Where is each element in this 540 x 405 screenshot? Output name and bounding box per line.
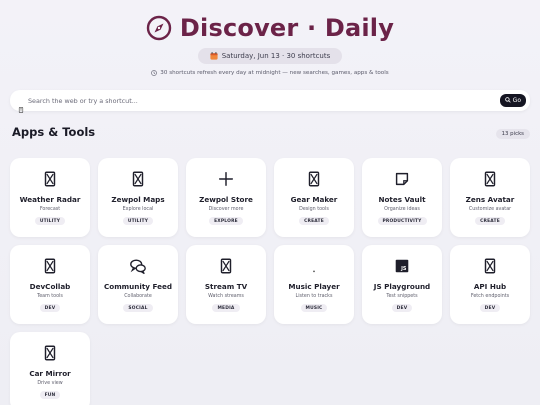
app-card[interactable]: Car Mirror Drive view FUN [10, 332, 90, 405]
refresh-note-text: 30 shortcuts refresh every day at midnig… [160, 70, 389, 76]
app-card-description: Forecast [39, 207, 61, 212]
apps-grid: Weather Radar Forecast UTILITY Zewpol Maps E… [10, 158, 530, 405]
app-card-category-tag: MUSIC [300, 304, 328, 312]
app-card-category-tag: CREATE [299, 217, 329, 225]
go-search-icon [504, 96, 511, 105]
page-title: Discover · Daily [179, 14, 395, 42]
hourglass-icon [39, 342, 61, 364]
app-card-description: Explore local [122, 207, 154, 212]
app-card-name: Music Player [288, 282, 340, 291]
app-card[interactable]: Zens Avatar Customize avatar CREATE [450, 158, 530, 237]
app-card-name: Community Feed [103, 282, 173, 291]
app-card-name: Zens Avatar [465, 195, 515, 204]
app-card-description: Organize ideas [384, 207, 420, 212]
app-card-name: Notes Vault [378, 195, 426, 204]
app-card[interactable]: Music Player Listen to tracks MUSIC [274, 245, 354, 324]
app-card-description: Collaborate [124, 294, 152, 299]
date-badge: Saturday, Jun 13 · 30 shortcuts [197, 48, 343, 64]
search-input[interactable] [28, 96, 500, 105]
hourglass-icon [215, 255, 237, 277]
app-card-description: Customize avatar [468, 207, 512, 212]
app-card-name: JS Playground [373, 282, 431, 291]
app-card-category-tag: CREATE [475, 217, 505, 225]
search-icon [18, 98, 24, 113]
app-card-category-tag: MEDIA [212, 304, 240, 312]
app-card-description: Test snippets [386, 294, 418, 299]
search-bar: Go [10, 90, 530, 113]
js-icon: JS [391, 255, 413, 277]
app-card[interactable]: Weather Radar Forecast UTILITY [10, 158, 90, 237]
app-card-name: Car Mirror [29, 369, 71, 378]
app-card-description: Fetch endpoints [470, 294, 510, 299]
app-card[interactable]: DevCollab Team tools DEV [10, 245, 90, 324]
app-card-category-tag: DEV [479, 304, 501, 312]
title-row: Discover · Daily [0, 14, 540, 42]
page-header: Discover · Daily Saturday, Jun 13 · 30 s… [0, 0, 540, 76]
app-card[interactable]: Gear Maker Design tools CREATE [274, 158, 354, 237]
hourglass-icon [39, 168, 61, 190]
app-card[interactable]: Community Feed Collaborate SOCIAL [98, 245, 178, 324]
app-card-description: Team tools [37, 294, 63, 299]
app-card-name: DevCollab [29, 282, 71, 291]
section-title: Apps & Tools [12, 125, 96, 139]
app-card-description: Design tools [299, 207, 329, 212]
app-card[interactable]: Stream TV Watch streams MEDIA [186, 245, 266, 324]
app-card-category-tag: EXPLORE [209, 217, 243, 225]
app-card-category-tag: UTILITY [122, 217, 154, 225]
app-card-name: Zewpol Store [199, 195, 253, 204]
app-card[interactable]: Zewpol Store Discover more EXPLORE [186, 158, 266, 237]
hourglass-icon [39, 255, 61, 277]
app-card[interactable]: Zewpol Maps Explore local UTILITY [98, 158, 178, 237]
plus-icon [215, 168, 237, 190]
hourglass-icon [479, 168, 501, 190]
app-card[interactable]: Notes Vault Organize ideas PRODUCTIVITY [362, 158, 442, 237]
app-card-description: Listen to tracks [295, 294, 333, 299]
app-card[interactable]: API Hub Fetch endpoints DEV [450, 245, 530, 324]
app-card-description: Drive view [37, 381, 63, 386]
compass-icon [146, 15, 172, 41]
app-card-name: Weather Radar [19, 195, 81, 204]
date-label: Saturday, Jun 13 · 30 shortcuts [221, 52, 331, 60]
hourglass-icon [127, 168, 149, 190]
app-card-category-tag: FUN [39, 391, 61, 399]
go-label: Go [512, 97, 521, 104]
go-button[interactable]: Go [499, 94, 526, 107]
app-card-category-tag: UTILITY [34, 217, 66, 225]
hourglass-icon [479, 255, 501, 277]
dot-icon [303, 255, 325, 277]
app-card-name: Stream TV [204, 282, 248, 291]
clock-icon [151, 70, 158, 76]
note-icon [391, 168, 413, 190]
app-card-category-tag: PRODUCTIVITY [377, 217, 427, 225]
app-card-category-tag: DEV [391, 304, 413, 312]
app-card-category-tag: DEV [39, 304, 61, 312]
app-card-category-tag: SOCIAL [123, 304, 153, 312]
app-card-name: Zewpol Maps [111, 195, 165, 204]
app-card-name: Gear Maker [290, 195, 338, 204]
app-card-description: Discover more [208, 207, 244, 212]
calendar-icon [210, 52, 218, 60]
app-card-description: Watch streams [208, 294, 244, 299]
refresh-note: 30 shortcuts refresh every day at midnig… [0, 70, 540, 76]
app-card[interactable]: JS JS Playground Test snippets DEV [362, 245, 442, 324]
chat-bubbles-icon [127, 255, 149, 277]
hourglass-icon [303, 168, 325, 190]
svg-text:JS: JS [400, 266, 407, 272]
app-card-name: API Hub [473, 282, 507, 291]
picks-count-badge: 13 picks [495, 129, 530, 139]
